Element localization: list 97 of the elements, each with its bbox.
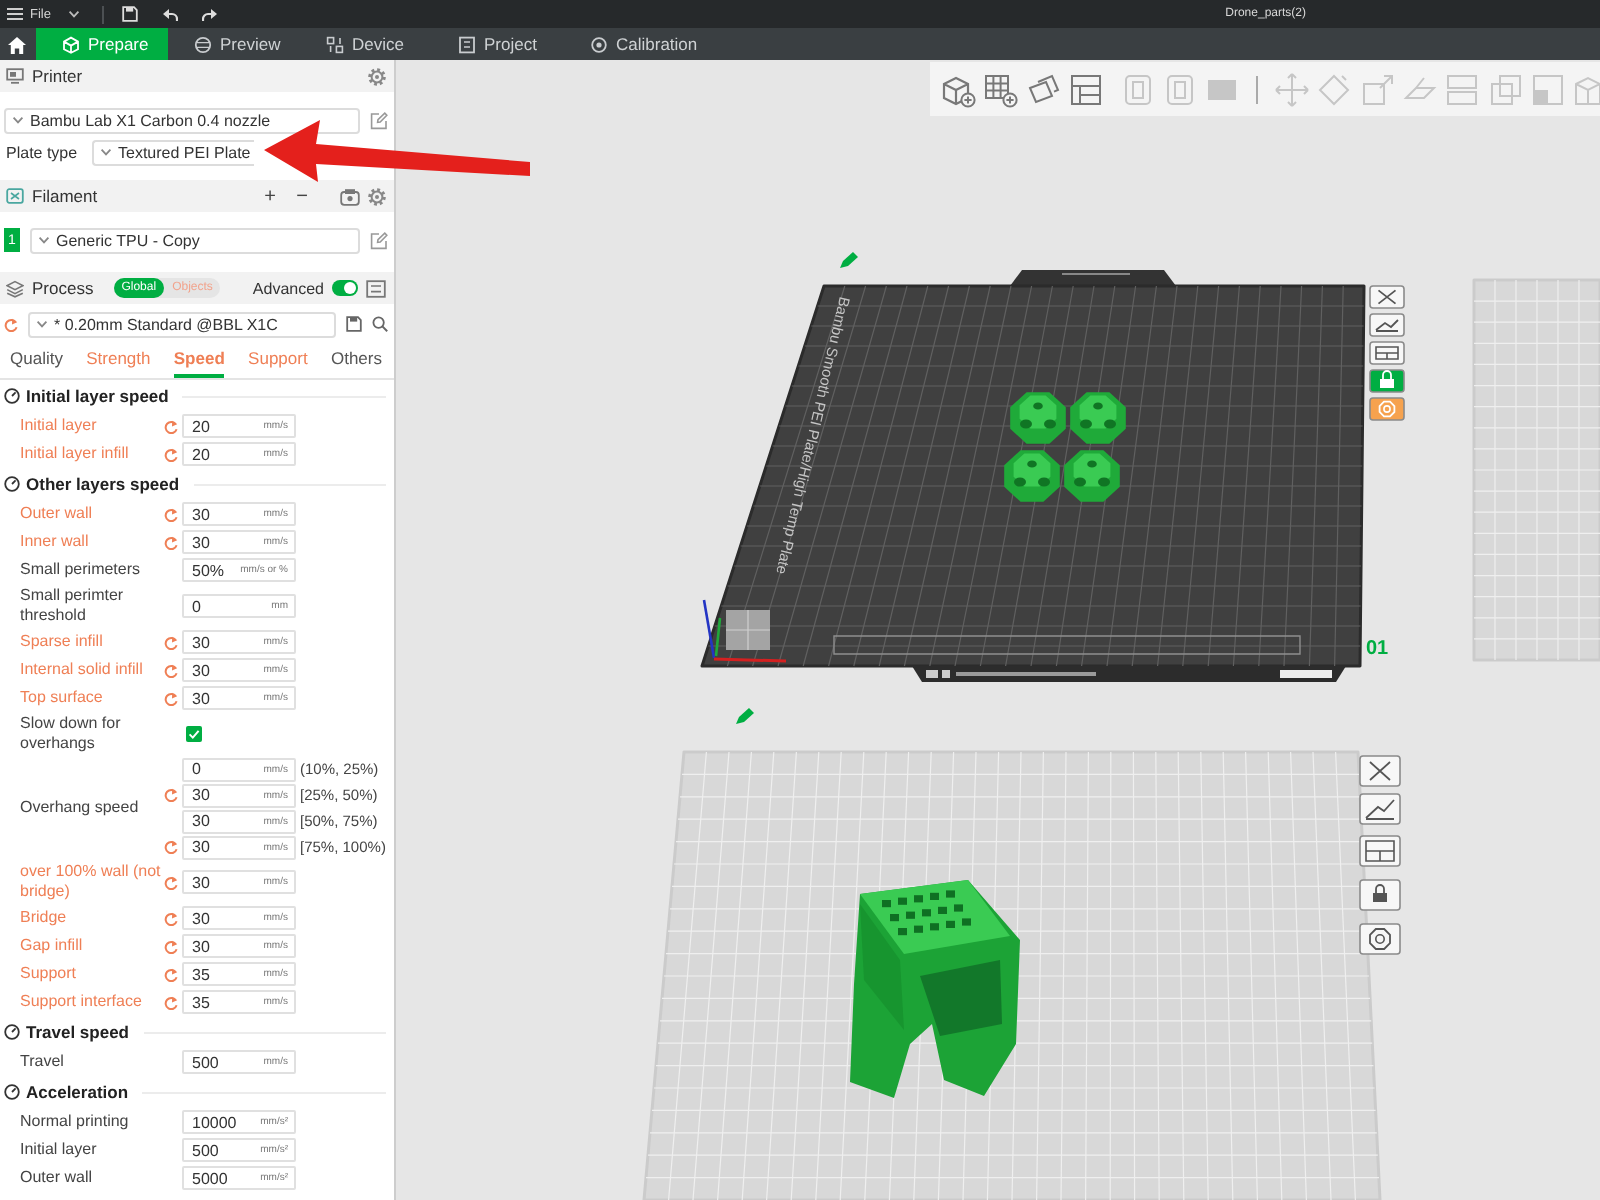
field-label: Plate type xyxy=(4,143,80,161)
grid-plus-icon[interactable] xyxy=(982,71,1019,107)
tab[interactable]: Calibration xyxy=(564,28,696,60)
corner-tile xyxy=(725,609,771,651)
reset-icon[interactable] xyxy=(4,317,18,331)
add-button[interactable]: + xyxy=(258,185,282,207)
edit-icon[interactable] xyxy=(736,708,754,724)
home-icon[interactable] xyxy=(8,35,26,53)
tab[interactable]: Preview xyxy=(168,28,300,60)
advanced-toggle[interactable] xyxy=(332,280,358,296)
setting-label: Bridge xyxy=(20,908,69,928)
camera-icon[interactable] xyxy=(340,187,360,205)
filament-dropdown[interactable]: Generic TPU - Copy xyxy=(30,227,360,253)
caret-icon xyxy=(12,116,24,124)
settings-icon[interactable] xyxy=(368,67,386,85)
setting-label: Initial layer xyxy=(20,416,99,436)
undo-icon[interactable] xyxy=(162,7,179,21)
cross-box-icon xyxy=(6,188,24,204)
devices-icon xyxy=(326,35,344,53)
redo-icon[interactable] xyxy=(202,7,219,21)
gauge-icon xyxy=(4,1024,20,1040)
cube-plus-icon[interactable] xyxy=(940,71,976,107)
close-icon[interactable] xyxy=(1359,755,1401,787)
group-title: Acceleration xyxy=(26,1082,129,1102)
remove-button[interactable]: − xyxy=(290,185,314,207)
setting-label: Normal printing xyxy=(20,1112,131,1132)
layout-icon[interactable] xyxy=(1369,341,1405,365)
line-chart-icon[interactable] xyxy=(1359,793,1401,825)
tab[interactable]: Project xyxy=(432,28,564,60)
reset-icon[interactable] xyxy=(164,840,178,854)
model-part xyxy=(1004,450,1060,502)
reset-icon[interactable] xyxy=(164,788,178,802)
setting-label: Initial layer xyxy=(20,1140,99,1160)
setting-label: over 100% wall (not bridge) xyxy=(20,862,163,902)
caret-icon[interactable] xyxy=(68,10,81,18)
setting-label: Support interface xyxy=(20,992,144,1012)
settings-icon[interactable] xyxy=(368,187,386,205)
setting-label: Slow down for overhangs xyxy=(20,714,123,754)
list-icon[interactable] xyxy=(366,279,386,297)
sheets-icon[interactable] xyxy=(1025,71,1062,107)
setting-label: Outer wall xyxy=(20,504,95,524)
section-title: Process xyxy=(32,278,94,298)
checkbox[interactable] xyxy=(186,726,202,742)
edit-icon[interactable] xyxy=(370,231,388,249)
axes-icon xyxy=(702,599,787,663)
save-icon[interactable] xyxy=(346,316,362,332)
group-title: Other layers speed xyxy=(26,474,180,494)
setting-label: Gap infill xyxy=(20,936,85,956)
sphere-icon xyxy=(194,35,212,53)
panel-icon[interactable] xyxy=(1068,71,1105,107)
setting-label: Small perimter threshold xyxy=(20,586,126,626)
target-icon xyxy=(590,35,608,53)
line-chart-icon[interactable] xyxy=(1369,313,1405,337)
layout-icon[interactable] xyxy=(1359,835,1401,867)
printer-dropdown[interactable]: Bambu Lab X1 Carbon 0.4 nozzle xyxy=(4,107,360,133)
plate-number: 01 xyxy=(1366,638,1389,660)
setting-label: Outer wall xyxy=(20,1168,95,1188)
monitor-icon xyxy=(6,68,24,84)
lock-icon[interactable] xyxy=(1359,879,1401,911)
model-part xyxy=(1070,392,1126,444)
close-icon[interactable] xyxy=(1369,285,1405,309)
caret-icon xyxy=(100,148,112,156)
layers-icon xyxy=(6,279,24,297)
setting-label: Internal solid infill xyxy=(20,660,145,680)
advanced-label: Advanced xyxy=(252,279,324,297)
edit-icon[interactable] xyxy=(370,111,388,129)
cube-icon xyxy=(62,35,80,53)
caret-icon xyxy=(38,236,50,244)
caret-icon xyxy=(36,320,48,328)
gauge-icon xyxy=(4,388,20,404)
reset-icon[interactable] xyxy=(164,875,178,889)
lock-icon[interactable] xyxy=(1369,369,1405,393)
model-part xyxy=(1010,392,1066,444)
process-dropdown[interactable]: * 0.20mm Standard @BBL X1C xyxy=(28,311,336,337)
tab[interactable]: Device xyxy=(300,28,432,60)
settings-tab[interactable]: Others xyxy=(330,340,382,378)
setting-label: Top surface xyxy=(20,688,105,708)
gauge-icon xyxy=(4,476,20,492)
section-title: Printer xyxy=(32,66,83,86)
setting-label: Travel xyxy=(20,1052,66,1072)
plate-type-dropdown[interactable]: Textured PEI Plate xyxy=(92,139,254,165)
model-part xyxy=(1064,450,1120,502)
section-title: Filament xyxy=(32,186,98,206)
setting-label: Inner wall xyxy=(20,532,91,552)
setting-label: Overhang speed xyxy=(20,798,141,818)
settings-tab[interactable]: Quality xyxy=(10,340,63,378)
panel-icon xyxy=(458,35,476,53)
setting-label: Initial layer infill xyxy=(20,444,131,464)
search-icon[interactable] xyxy=(372,316,388,332)
group-title: Travel speed xyxy=(26,1022,130,1042)
menu-icon[interactable] xyxy=(6,6,24,22)
group-title: Initial layer speed xyxy=(26,386,169,406)
setting-label: Sparse infill xyxy=(20,632,105,652)
setting-label: Small perimeters xyxy=(20,560,143,580)
edit-icon[interactable] xyxy=(840,252,858,268)
gauge-icon xyxy=(4,1084,20,1100)
setting-label: Support xyxy=(20,964,79,984)
